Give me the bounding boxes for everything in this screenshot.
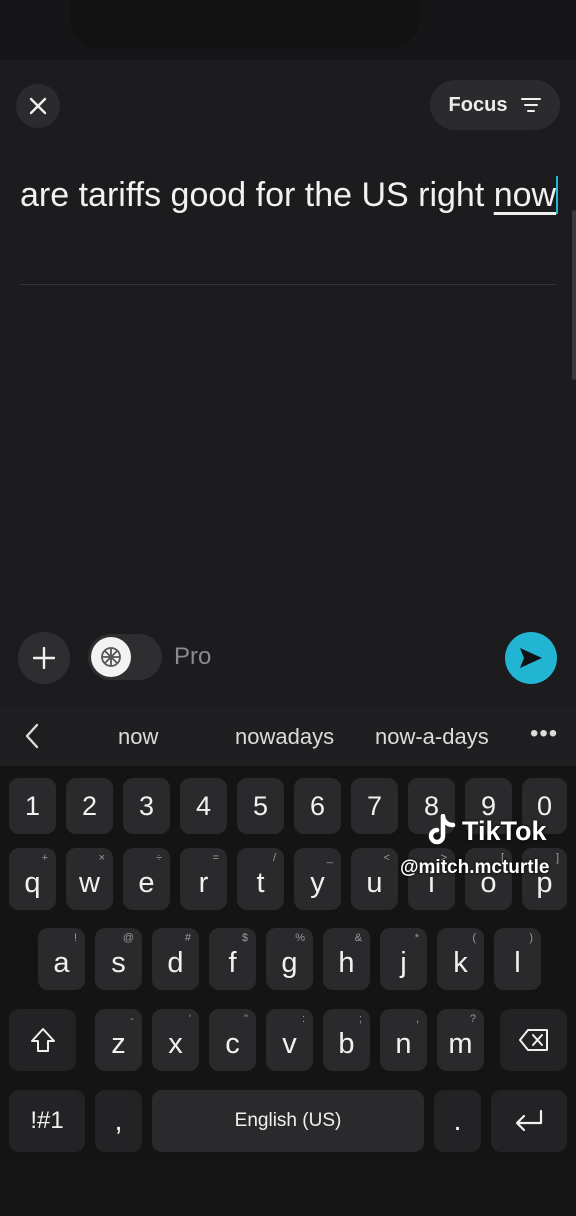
send-button[interactable]: [505, 632, 557, 684]
key-a[interactable]: ! a: [38, 928, 85, 990]
key-u[interactable]: < u: [351, 848, 398, 910]
plus-icon: [33, 647, 55, 669]
close-icon: [29, 97, 47, 115]
enter-icon: [515, 1109, 543, 1132]
key-y[interactable]: _ y: [294, 848, 341, 910]
tiktok-handle: @mitch.mcturtle: [400, 857, 550, 878]
period-key[interactable]: .: [434, 1090, 481, 1152]
space-key[interactable]: English (US): [152, 1090, 424, 1152]
perplexity-logo-icon: [101, 647, 121, 667]
top-band: [0, 0, 576, 60]
tiktok-watermark: TikTok: [426, 814, 547, 848]
pro-toggle[interactable]: [88, 634, 162, 680]
filter-icon: [521, 98, 542, 112]
close-button[interactable]: [16, 84, 60, 128]
key-e[interactable]: ÷ e: [123, 848, 170, 910]
key-v[interactable]: :v: [266, 1009, 313, 1071]
key-d[interactable]: # d: [152, 928, 199, 990]
key-4[interactable]: 4: [180, 778, 227, 834]
suggestion-item[interactable]: now: [118, 724, 158, 750]
suggestion-bar: now nowadays now-a-days •••: [0, 706, 576, 766]
tiktok-logo-icon: [428, 814, 456, 845]
backspace-icon: [518, 1029, 548, 1051]
key-k[interactable]: (k: [437, 928, 484, 990]
suggestion-item[interactable]: nowadays: [235, 724, 334, 750]
key-x[interactable]: ' x: [152, 1009, 199, 1071]
key-6[interactable]: 6: [294, 778, 341, 834]
key-1[interactable]: 1: [9, 778, 56, 834]
scrollbar[interactable]: [572, 210, 576, 380]
query-input[interactable]: are tariffs good for the US right now: [20, 172, 560, 218]
key-j[interactable]: * j: [380, 928, 427, 990]
key-h[interactable]: & h: [323, 928, 370, 990]
pro-label: Pro: [174, 643, 212, 670]
key-f[interactable]: $ f: [209, 928, 256, 990]
query-current-word: now: [493, 176, 557, 214]
comma-key[interactable]: ,: [95, 1090, 142, 1152]
suggestion-back-button[interactable]: [18, 722, 46, 750]
input-divider: [20, 284, 556, 285]
key-b[interactable]: ; b: [323, 1009, 370, 1071]
symbols-key[interactable]: !#1: [9, 1090, 85, 1152]
query-text: are tariffs good for the US right: [20, 176, 494, 214]
enter-key[interactable]: [491, 1090, 567, 1152]
key-s[interactable]: @ s: [95, 928, 142, 990]
key-m[interactable]: ? m: [437, 1009, 484, 1071]
text-caret: [556, 176, 559, 214]
more-options-icon[interactable]: •••: [530, 720, 558, 748]
backspace-key[interactable]: [500, 1009, 567, 1071]
key-r[interactable]: = r: [180, 848, 227, 910]
navigation-bar: [0, 1160, 576, 1216]
key-z[interactable]: -z: [95, 1009, 142, 1071]
send-icon: [520, 648, 542, 668]
key-5[interactable]: 5: [237, 778, 284, 834]
suggestion-item[interactable]: now-a-days: [375, 724, 489, 750]
key-w[interactable]: × w: [66, 848, 113, 910]
screen: Focus are tariffs good for the US right …: [0, 0, 576, 1216]
key-2[interactable]: 2: [66, 778, 113, 834]
focus-label: Focus: [448, 93, 508, 116]
chevron-left-icon: [25, 723, 39, 749]
key-g[interactable]: % g: [266, 928, 313, 990]
key-c[interactable]: " c: [209, 1009, 256, 1071]
key-7[interactable]: 7: [351, 778, 398, 834]
focus-button[interactable]: Focus: [430, 80, 560, 130]
attach-button[interactable]: [18, 632, 70, 684]
tiktok-brand: TikTok: [462, 815, 547, 846]
shift-icon: [30, 1028, 55, 1052]
key-n[interactable]: ,n: [380, 1009, 427, 1071]
pro-toggle-knob: [91, 637, 131, 677]
key-q[interactable]: + q: [9, 848, 56, 910]
shift-key[interactable]: [9, 1009, 76, 1071]
key-t[interactable]: / t: [237, 848, 284, 910]
key-l[interactable]: ) l: [494, 928, 541, 990]
key-3[interactable]: 3: [123, 778, 170, 834]
